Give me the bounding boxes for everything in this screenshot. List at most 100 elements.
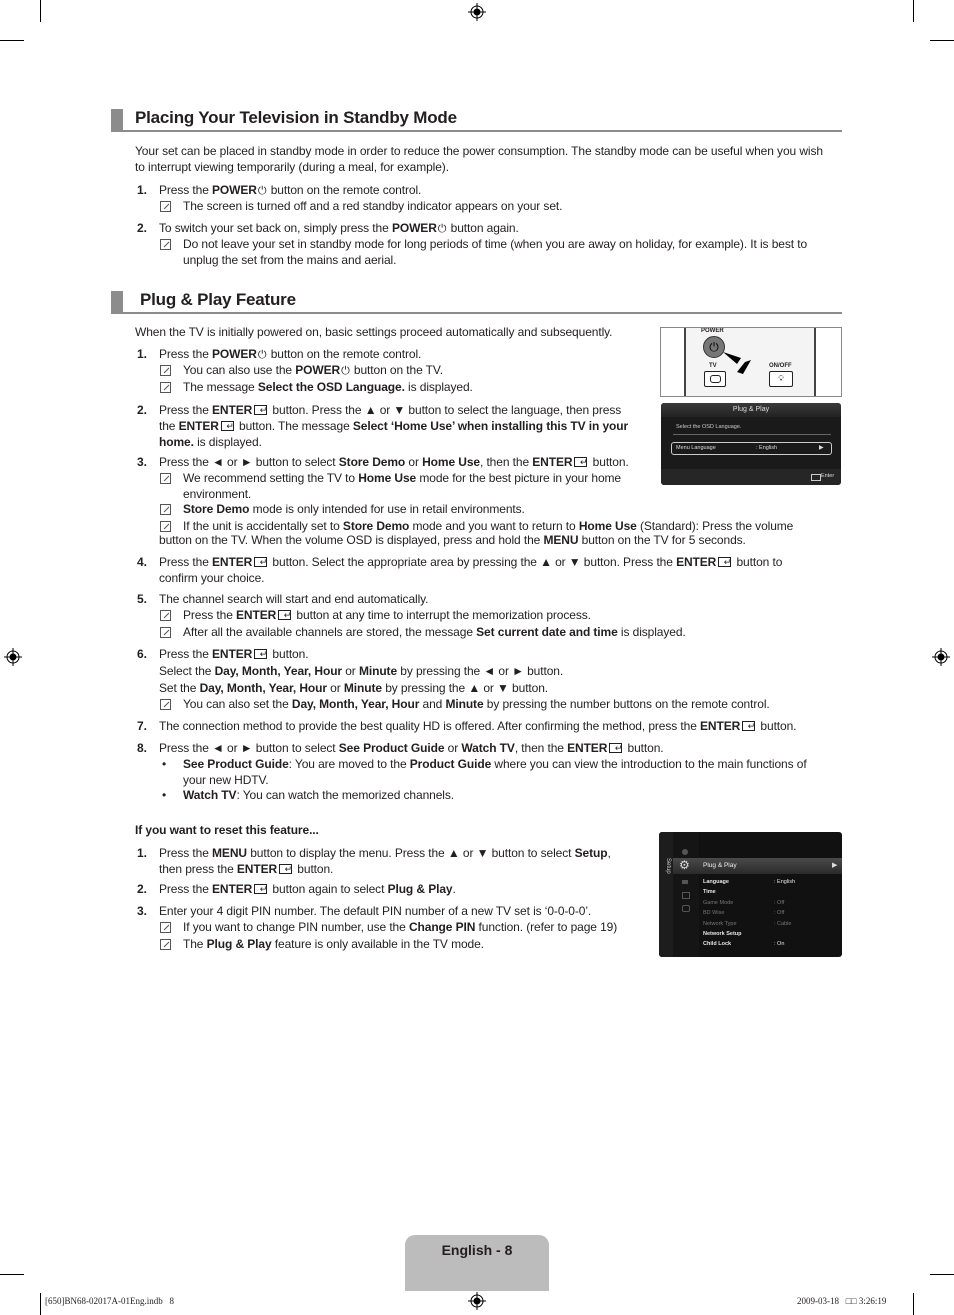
text: is displayed.	[617, 625, 686, 639]
crop-mark	[913, 1293, 914, 1315]
bullet-icon: •	[162, 788, 167, 802]
step-number: 5.	[137, 592, 148, 606]
step-number: 8.	[137, 741, 148, 755]
setup-item-label[interactable]: Game Mode	[703, 900, 733, 906]
keyword: POWER	[391, 221, 437, 235]
text: mode for the best picture in your home	[416, 471, 621, 485]
standby-intro: Your set can be placed in standby mode i…	[135, 144, 823, 174]
text: by pressing the ◄ or ► button.	[397, 664, 564, 678]
keyword: Select ‘Home Use’ when installing this T…	[352, 419, 629, 433]
text: by pressing the number buttons on the re…	[483, 697, 770, 711]
power-icon: ⏻	[437, 223, 447, 235]
crop-mark	[0, 1274, 24, 1275]
keyword: Store Demo	[338, 455, 406, 469]
side-strip	[659, 832, 673, 957]
note-icon	[160, 382, 171, 393]
registration-mark-icon	[468, 3, 486, 21]
keyword: Store Demo	[183, 502, 250, 516]
text: feature is only available in the TV mode…	[271, 937, 484, 951]
menu-icon	[682, 849, 688, 855]
text: button again to select	[269, 882, 388, 896]
keyword: Home Use	[358, 471, 417, 485]
setup-item-label[interactable]: Network Setup	[703, 931, 742, 937]
menu-language-row[interactable]: Menu Language : English ▶	[671, 442, 832, 455]
plugplay-step-8-bullet-2: Watch TV: You can watch the memorized ch…	[183, 787, 454, 803]
page-number-tab: English - 8	[405, 1235, 549, 1291]
keyword: POWER	[212, 183, 257, 197]
plugplay-intro: When the TV is initially powered on, bas…	[135, 325, 613, 339]
enter-icon	[278, 607, 292, 623]
note-icon	[160, 610, 171, 621]
tv-label: TV	[709, 363, 717, 369]
text: or	[444, 741, 462, 755]
note-icon	[160, 922, 171, 933]
setup-menu-screen: Setup ⚙ Plug & Play ▶ Language: English T…	[659, 832, 842, 957]
setup-item-label[interactable]: Network Type	[703, 921, 737, 927]
setup-item-label[interactable]: Child Lock	[703, 941, 731, 947]
text: button on the TV.	[350, 363, 443, 377]
text: You can also use the	[183, 363, 296, 377]
keyword: Plug & Play	[387, 882, 453, 896]
setup-item-label[interactable]: Time	[703, 889, 716, 895]
enter-icon	[254, 881, 268, 897]
keyword: See Product Guide	[338, 741, 445, 755]
plugplay-step-1: Press the POWER⏻ button on the remote co…	[159, 346, 421, 363]
step-number: 2.	[137, 403, 148, 417]
onoff-label: ON/OFF	[769, 363, 792, 369]
crop-mark	[40, 1293, 41, 1315]
step-number: 2.	[137, 882, 148, 896]
text: and	[419, 697, 446, 711]
text: Press the	[159, 555, 213, 569]
setup-item-label[interactable]: BD Wise	[703, 910, 724, 916]
highlight-row[interactable]	[673, 858, 842, 874]
plugplay-step-3-note-2: Store Demo mode is only intended for use…	[183, 501, 525, 517]
text: We recommend setting the TV to	[183, 471, 359, 485]
keyword: ENTER	[236, 608, 277, 622]
step-number: 3.	[137, 904, 148, 918]
registration-mark-icon	[932, 648, 950, 666]
osd-divider	[673, 434, 831, 435]
step-number: 1.	[137, 347, 148, 361]
note-icon	[160, 365, 171, 376]
row-value: : English	[756, 445, 778, 451]
standby-step-2-note: Do not leave your set in standby mode fo…	[183, 237, 808, 267]
step-number: 2.	[137, 221, 148, 235]
page-label: English - 8	[441, 1242, 513, 1258]
text: or	[342, 664, 359, 678]
keyword: home.	[159, 435, 194, 449]
note-icon	[160, 699, 171, 710]
setup-item-value: : Off	[774, 910, 785, 917]
text: by pressing the ▲ or ▼ button.	[381, 681, 549, 695]
text: If you want to change PIN number, use th…	[183, 920, 409, 934]
enter-icon	[609, 740, 623, 756]
text: .	[452, 882, 456, 896]
reset-step-3: Enter your 4 digit PIN number. The defau…	[159, 904, 592, 918]
enter-icon	[574, 454, 588, 470]
onoff-button: 💡︎	[769, 371, 793, 387]
enter-icon	[220, 418, 234, 434]
note-icon	[160, 627, 171, 638]
keyword: Set current date and time	[476, 625, 618, 639]
text: You can also set the	[183, 697, 292, 711]
plugplay-step-1-note-1: You can also use the POWER⏻ button on th…	[183, 362, 443, 379]
power-icon: ⏻	[341, 365, 350, 377]
text: then press the	[159, 862, 237, 876]
text: : You are moved to the	[288, 757, 410, 771]
text: : You can watch the memorized channels.	[236, 788, 455, 802]
text: confirm your choice.	[159, 571, 265, 585]
reset-heading: If you want to reset this feature...	[135, 823, 319, 837]
text: function. (refer to page 19)	[475, 920, 618, 934]
note-icon	[160, 939, 171, 950]
keyword: Watch TV	[183, 788, 237, 802]
bullet-icon: •	[162, 757, 167, 771]
text: , then the	[514, 741, 568, 755]
menu-icon	[682, 880, 688, 884]
step-number: 1.	[137, 846, 148, 860]
text: where you can view the introduction to t…	[491, 757, 807, 771]
keyword: ENTER	[532, 455, 573, 469]
setup-item-label[interactable]: Language	[703, 879, 729, 885]
text: your new HDTV.	[183, 773, 269, 787]
text: button.	[757, 719, 797, 733]
reset-step-3-note-1: If you want to change PIN number, use th…	[183, 919, 617, 935]
text: or	[405, 455, 423, 469]
